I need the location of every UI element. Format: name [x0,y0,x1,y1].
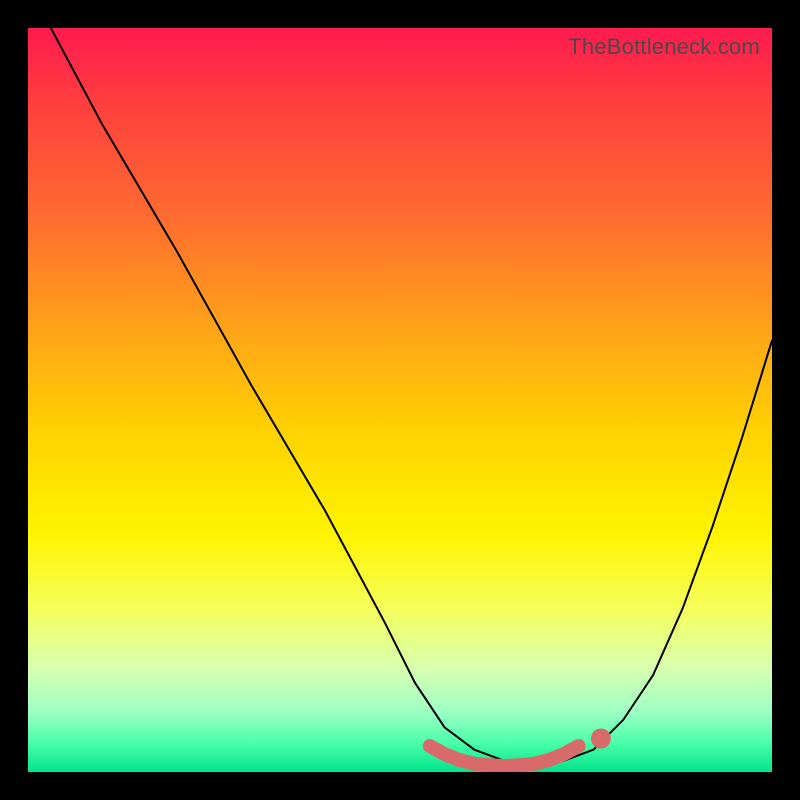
marker-layer [591,729,611,749]
chart-svg [28,28,772,772]
curve-layer [43,28,772,765]
flat-layer [430,746,579,766]
marker-flat-right [591,729,611,749]
chart-plot-area: TheBottleneck.com [28,28,772,772]
bottleneck-curve [43,28,772,765]
chart-frame: TheBottleneck.com [0,0,800,800]
flat-region [430,746,579,766]
